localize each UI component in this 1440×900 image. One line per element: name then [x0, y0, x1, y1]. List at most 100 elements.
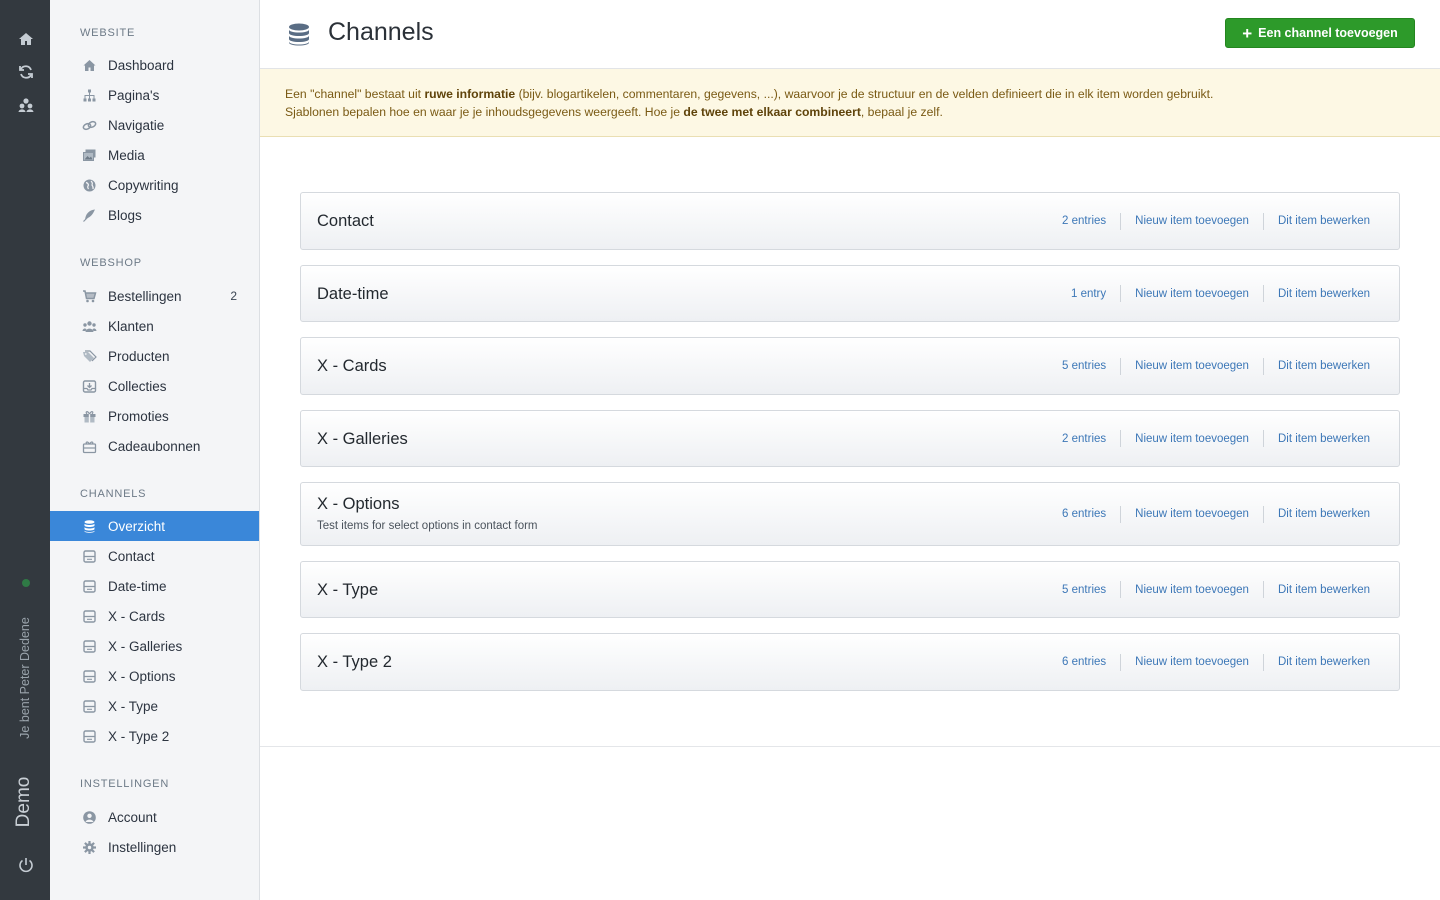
- channel-card-x-type-2[interactable]: X - Type 2 6 entries Nieuw item toevoege…: [300, 633, 1400, 691]
- channel-card-date-time[interactable]: Date-time 1 entry Nieuw item toevoegen D…: [300, 265, 1400, 322]
- channel-icon: [83, 609, 96, 623]
- new-item-link[interactable]: Nieuw item toevoegen: [1135, 433, 1249, 445]
- feather-icon: [83, 209, 95, 222]
- channel-entries-link[interactable]: 1 entry: [1071, 288, 1106, 300]
- sidebar-item-paginas[interactable]: Pagina's: [50, 80, 259, 110]
- sidebar-item-label: Klanten: [108, 318, 154, 334]
- divider: [1262, 653, 1264, 671]
- channel-name[interactable]: Contact: [317, 212, 374, 231]
- logged-in-user-label: Je bent Peter Dedene: [18, 617, 32, 739]
- home-icon[interactable]: [17, 30, 35, 48]
- power-icon[interactable]: [17, 856, 35, 874]
- sidebar-item-promoties[interactable]: Promoties: [50, 401, 259, 431]
- sidebar-item-dashboard[interactable]: Dashboard: [50, 50, 259, 80]
- channel-card-x-galleries[interactable]: X - Galleries 2 entries Nieuw item toevo…: [300, 410, 1400, 467]
- refresh-icon[interactable]: [17, 63, 35, 81]
- sidebar-item-label: Collecties: [108, 378, 167, 394]
- channel-name[interactable]: Date-time: [317, 285, 389, 304]
- sidebar-item-instellingen[interactable]: Instellingen: [50, 832, 259, 862]
- sidebar-item-contact[interactable]: Contact: [50, 541, 259, 571]
- channel-card-x-options[interactable]: X - Options Test items for select option…: [300, 482, 1400, 546]
- sidebar-item-label: X - Galleries: [108, 638, 183, 654]
- sidebar-item-copywriting[interactable]: Copywriting: [50, 170, 259, 200]
- new-item-link[interactable]: Nieuw item toevoegen: [1135, 360, 1249, 372]
- channel-actions: 2 entries Nieuw item toevoegen Dit item …: [1062, 411, 1370, 466]
- edit-item-link[interactable]: Dit item bewerken: [1278, 288, 1370, 300]
- sidebar-item-x-cards[interactable]: X - Cards: [50, 601, 259, 631]
- images-icon: [83, 149, 96, 161]
- sidebar: WEBSITE Dashboard Pagina's Navigatie Med…: [50, 0, 260, 900]
- sidebar-item-label: X - Type: [108, 698, 159, 714]
- edit-item-link[interactable]: Dit item bewerken: [1278, 215, 1370, 227]
- sidebar-item-label: Navigatie: [108, 117, 165, 133]
- channel-card-x-cards[interactable]: X - Cards 5 entries Nieuw item toevoegen…: [300, 337, 1400, 395]
- sidebar-item-klanten[interactable]: Klanten: [50, 311, 259, 341]
- sidebar-item-overzicht[interactable]: Overzicht: [50, 511, 259, 541]
- channel-entries-link[interactable]: 5 entries: [1062, 360, 1106, 372]
- home-icon: [83, 59, 96, 71]
- sidebar-item-collecties[interactable]: Collecties: [50, 371, 259, 401]
- channel-actions: 1 entry Nieuw item toevoegen Dit item be…: [1071, 266, 1370, 321]
- sidebar-item-cadeaubonnen[interactable]: Cadeaubonnen: [50, 431, 259, 461]
- notice-emphasis: de twee met elkaar combineert: [683, 105, 861, 119]
- gift-icon: [83, 410, 96, 422]
- sidebar-item-blogs[interactable]: Blogs: [50, 200, 259, 230]
- sitemap-icon: [83, 89, 96, 101]
- notice-text: Sjablonen bepalen hoe en waar je je inho…: [285, 105, 684, 119]
- channel-name[interactable]: X - Cards: [317, 357, 387, 376]
- channel-name[interactable]: X - Type: [317, 581, 378, 600]
- page-title: Channels: [328, 18, 434, 46]
- channel-entries-link[interactable]: 6 entries: [1062, 656, 1106, 668]
- sidebar-item-account[interactable]: Account: [50, 802, 259, 832]
- section-title-website: WEBSITE: [80, 27, 136, 39]
- sidebar-item-label: Media: [108, 147, 145, 163]
- sidebar-item-x-galleries[interactable]: X - Galleries: [50, 631, 259, 661]
- channel-icon: [83, 699, 96, 713]
- main-content: Channels + Een channel toevoegen Een "ch…: [260, 0, 1440, 900]
- channel-entries-link[interactable]: 2 entries: [1062, 433, 1106, 445]
- channel-actions: 2 entries Nieuw item toevoegen Dit item …: [1062, 193, 1370, 249]
- new-item-link[interactable]: Nieuw item toevoegen: [1135, 584, 1249, 596]
- channel-card-x-type[interactable]: X - Type 5 entries Nieuw item toevoegen …: [300, 561, 1400, 618]
- sidebar-item-label: Instellingen: [108, 839, 177, 855]
- sidebar-item-navigatie[interactable]: Navigatie: [50, 110, 259, 140]
- users-icon[interactable]: [17, 96, 35, 114]
- channel-icon: [83, 579, 96, 593]
- sidebar-item-producten[interactable]: Producten: [50, 341, 259, 371]
- link-icon: [82, 120, 97, 130]
- edit-item-link[interactable]: Dit item bewerken: [1278, 508, 1370, 520]
- new-item-link[interactable]: Nieuw item toevoegen: [1135, 656, 1249, 668]
- add-channel-button[interactable]: + Een channel toevoegen: [1225, 18, 1415, 48]
- new-item-link[interactable]: Nieuw item toevoegen: [1135, 215, 1249, 227]
- edit-item-link[interactable]: Dit item bewerken: [1278, 360, 1370, 372]
- site-brand-label[interactable]: Demo: [13, 777, 35, 828]
- sidebar-item-label: Date-time: [108, 578, 167, 594]
- divider: [1262, 357, 1264, 375]
- channel-entries-link[interactable]: 5 entries: [1062, 584, 1106, 596]
- divider: [1262, 212, 1264, 230]
- sidebar-item-x-type-2[interactable]: X - Type 2: [50, 721, 259, 751]
- edit-item-link[interactable]: Dit item bewerken: [1278, 433, 1370, 445]
- channel-entries-link[interactable]: 2 entries: [1062, 215, 1106, 227]
- channel-icon: [83, 639, 96, 653]
- edit-item-link[interactable]: Dit item bewerken: [1278, 584, 1370, 596]
- sidebar-item-media[interactable]: Media: [50, 140, 259, 170]
- sidebar-item-bestellingen[interactable]: Bestellingen 2: [50, 281, 259, 311]
- new-item-link[interactable]: Nieuw item toevoegen: [1135, 508, 1249, 520]
- sidebar-item-x-options[interactable]: X - Options: [50, 661, 259, 691]
- channel-card-contact[interactable]: Contact 2 entries Nieuw item toevoegen D…: [300, 192, 1400, 250]
- sidebar-item-x-type[interactable]: X - Type: [50, 691, 259, 721]
- new-item-link[interactable]: Nieuw item toevoegen: [1135, 288, 1249, 300]
- channel-icon: [83, 669, 96, 683]
- sidebar-item-date-time[interactable]: Date-time: [50, 571, 259, 601]
- channel-entries-link[interactable]: 6 entries: [1062, 508, 1106, 520]
- sidebar-item-label: Cadeaubonnen: [108, 438, 201, 454]
- channel-name[interactable]: X - Options: [317, 495, 400, 514]
- divider: [1262, 285, 1264, 302]
- channel-name[interactable]: X - Type 2: [317, 653, 392, 672]
- edit-item-link[interactable]: Dit item bewerken: [1278, 656, 1370, 668]
- sidebar-item-label: Producten: [108, 348, 170, 364]
- divider: [1262, 430, 1264, 447]
- channel-name[interactable]: X - Galleries: [317, 430, 408, 449]
- sidebar-item-label: Promoties: [108, 408, 169, 424]
